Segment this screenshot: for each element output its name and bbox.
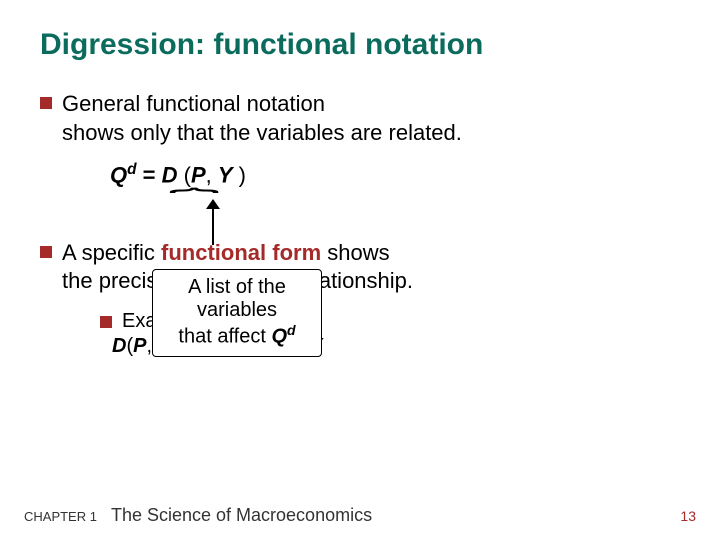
slide-title: Digression: functional notation <box>40 28 680 62</box>
eq1-sup: d <box>127 161 136 178</box>
callout-l1: A list of the <box>161 276 313 299</box>
eq1-P: P <box>191 163 206 188</box>
slide-footer: CHAPTER 1 The Science of Macroeconomics … <box>24 505 696 526</box>
callout-Q: Q <box>271 325 287 347</box>
bullet-square-icon <box>40 246 52 258</box>
eq1-open: ( <box>178 163 191 188</box>
callout-l3: that affect Qd <box>161 322 313 349</box>
callout-l3-pre: that affect <box>178 325 271 347</box>
eq1-Y: Y <box>218 163 233 188</box>
bullet-1-rest: shows only that the variables are relate… <box>62 120 462 145</box>
eq2-D: D <box>112 335 126 357</box>
eq2-P: P <box>133 335 146 357</box>
callout-l2: variables <box>161 299 313 322</box>
bullet-2: A specific functional form shows the pre… <box>40 239 680 296</box>
callout-Q-sup: d <box>287 322 296 338</box>
bullet-1-lead: General functional notation <box>62 91 325 116</box>
page-number: 13 <box>680 508 696 524</box>
bullet-2-pre: A specific <box>62 240 161 265</box>
bullet-square-icon <box>100 316 112 328</box>
chapter-label: CHAPTER 1 <box>24 509 97 524</box>
eq1-equals: = <box>137 163 162 188</box>
bullet-square-icon <box>40 97 52 109</box>
brace-annotation: ⏟ <box>165 195 680 213</box>
bullet-1-text: General functional notation shows only t… <box>62 90 462 147</box>
equation-1: Qd = D (P, Y ) <box>110 161 680 188</box>
bullet-2-post: shows <box>321 240 389 265</box>
eq1-D: D <box>162 163 178 188</box>
chapter-title: The Science of Macroeconomics <box>111 505 372 526</box>
eq1-comma: , <box>206 163 218 188</box>
sub-E: E <box>122 310 135 332</box>
eq1-close: ) <box>233 163 246 188</box>
bullet-2-l2a: the <box>62 268 99 293</box>
callout-box: A list of the variables that affect Qd <box>152 269 322 358</box>
eq1-Q: Q <box>110 163 127 188</box>
bullet-2-bold: functional form <box>161 240 321 265</box>
bullet-1: General functional notation shows only t… <box>40 90 680 147</box>
